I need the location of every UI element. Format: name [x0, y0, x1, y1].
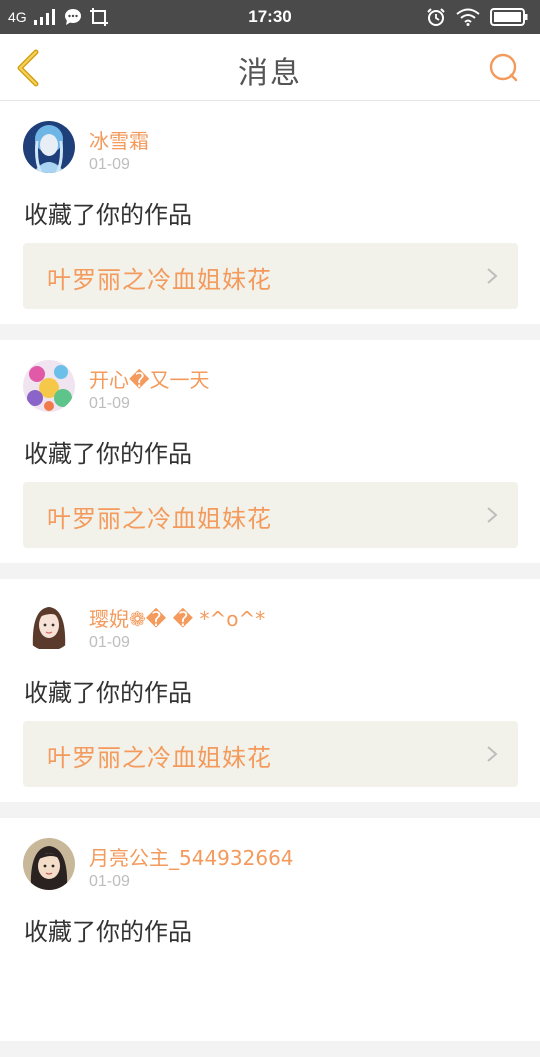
chevron-right-icon — [487, 746, 498, 762]
work-title: 叶罗丽之冷血姐妹花 — [47, 266, 272, 294]
username[interactable]: 月亮公主_544932664 — [89, 842, 294, 871]
username[interactable]: 开心�又一天 — [89, 364, 210, 393]
alarm-icon — [427, 8, 445, 26]
page-title: 消息 — [238, 56, 302, 91]
battery-icon — [490, 8, 528, 26]
search-button[interactable] — [488, 52, 520, 84]
action-text: 收藏了你的作品 — [24, 440, 192, 468]
wifi-icon — [456, 8, 480, 26]
avatar[interactable] — [23, 838, 75, 890]
message-date: 01-09 — [89, 395, 130, 412]
avatar-image-4 — [23, 838, 75, 890]
work-link[interactable]: 叶罗丽之冷血姐妹花 — [23, 243, 518, 309]
status-bar: 4G 17:30 — [0, 0, 540, 34]
status-right — [426, 5, 528, 29]
chevron-right-icon — [487, 268, 498, 284]
avatar-image-1 — [23, 121, 75, 173]
avatar-image-3 — [23, 599, 75, 651]
work-title: 叶罗丽之冷血姐妹花 — [47, 505, 272, 533]
message-card: 璎婗❁� � *^o^* 01-09 收藏了你的作品 叶罗丽之冷血姐妹花 — [0, 579, 540, 802]
avatar[interactable] — [23, 360, 75, 412]
username[interactable]: 冰雪霜 — [89, 125, 149, 154]
message-card: 冰雪霜 01-09 收藏了你的作品 叶罗丽之冷血姐妹花 — [0, 101, 540, 324]
message-card: 月亮公主_544932664 01-09 收藏了你的作品 — [0, 818, 540, 1041]
username[interactable]: 璎婗❁� � *^o^* — [89, 603, 265, 632]
work-link[interactable]: 叶罗丽之冷血姐妹花 — [23, 482, 518, 548]
message-card: 开心�又一天 01-09 收藏了你的作品 叶罗丽之冷血姐妹花 — [0, 340, 540, 563]
message-date: 01-09 — [89, 873, 130, 890]
action-text: 收藏了你的作品 — [24, 679, 192, 707]
message-list: 冰雪霜 01-09 收藏了你的作品 叶罗丽之冷血姐妹花 开心�又一天 01-09… — [0, 101, 540, 1057]
avatar[interactable] — [23, 121, 75, 173]
search-icon — [489, 53, 518, 82]
work-link[interactable]: 叶罗丽之冷血姐妹花 — [23, 721, 518, 787]
chevron-right-icon — [487, 507, 498, 523]
avatar[interactable] — [23, 599, 75, 651]
work-title: 叶罗丽之冷血姐妹花 — [47, 744, 272, 772]
app-header: 消息 — [0, 34, 540, 101]
message-date: 01-09 — [89, 156, 130, 173]
action-text: 收藏了你的作品 — [24, 918, 192, 946]
message-date: 01-09 — [89, 634, 130, 651]
avatar-image-2 — [23, 360, 75, 412]
action-text: 收藏了你的作品 — [24, 201, 192, 229]
